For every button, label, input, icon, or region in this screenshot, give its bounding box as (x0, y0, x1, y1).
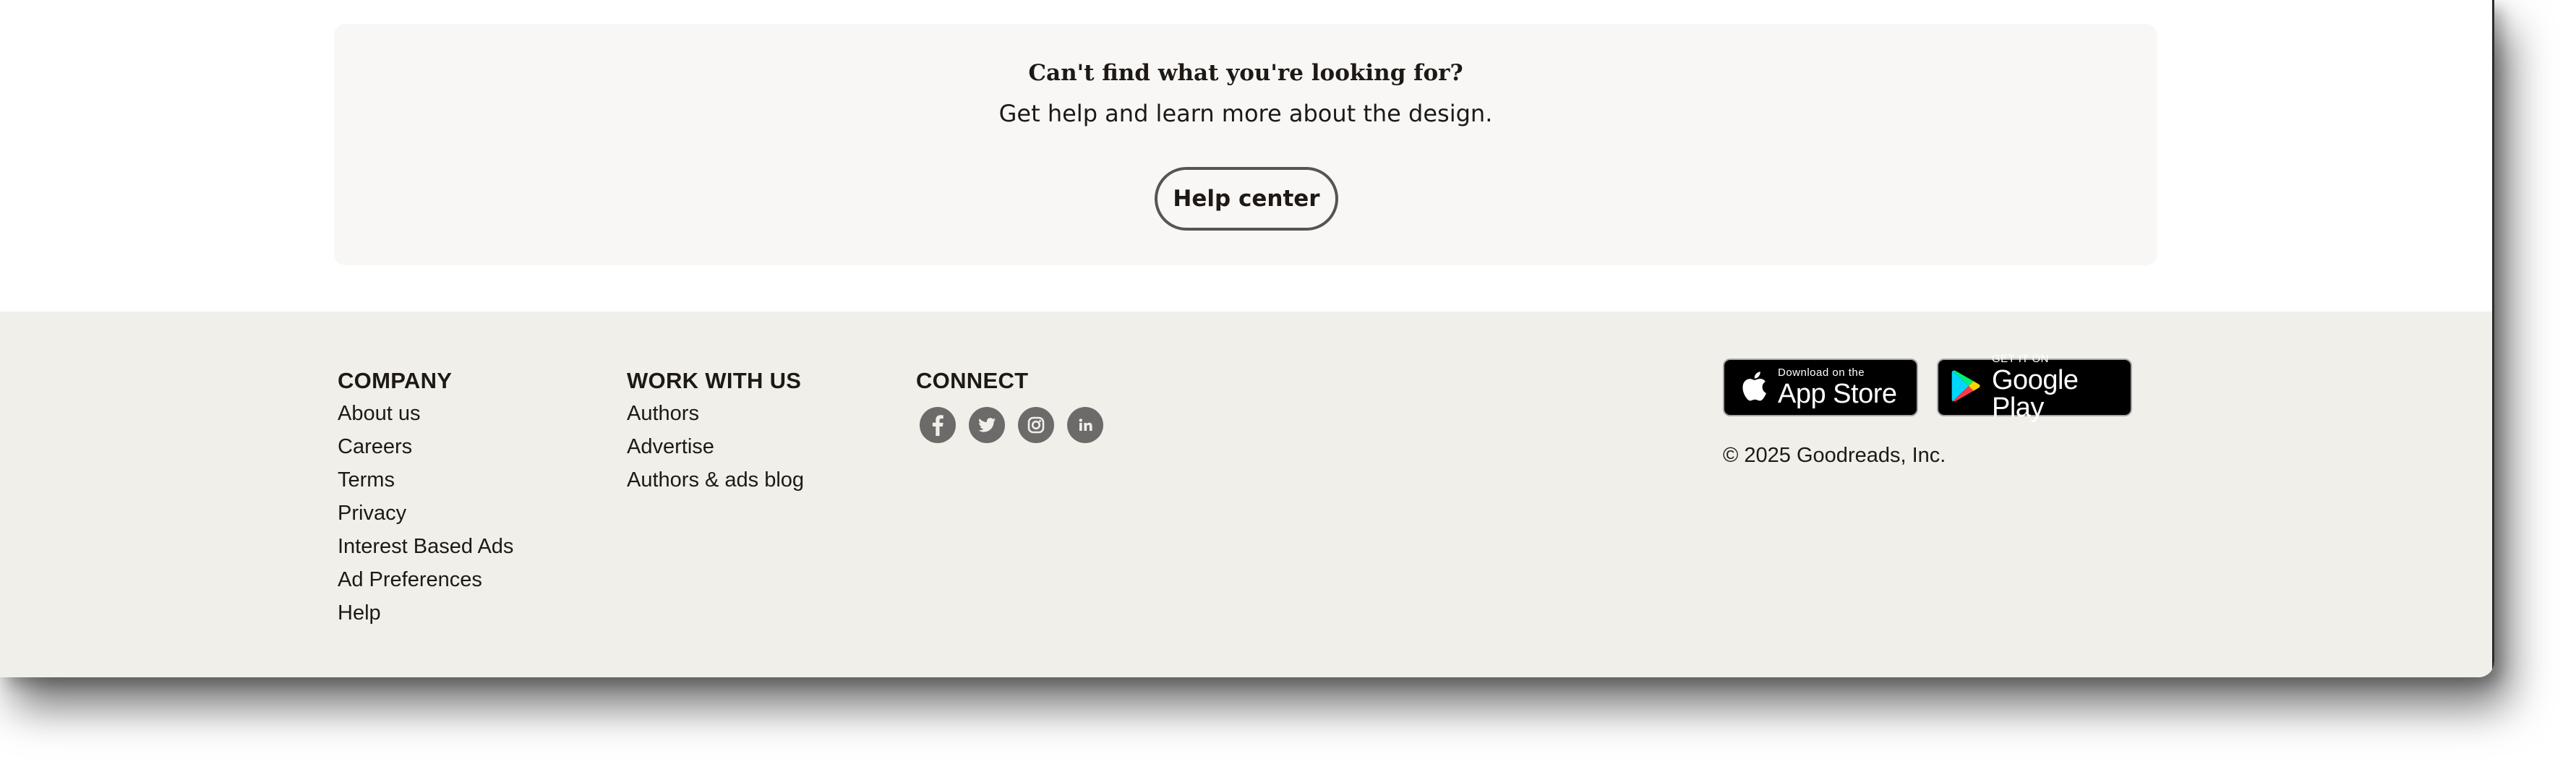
footer-link-privacy[interactable]: Privacy (338, 497, 513, 530)
help-title: Can't find what you're looking for? (1028, 60, 1463, 86)
help-center-button[interactable]: Help center (1155, 167, 1338, 231)
app-store-small-text: Download on the (1778, 366, 1865, 379)
linkedin-icon[interactable] (1067, 407, 1103, 443)
footer-link-careers[interactable]: Careers (338, 430, 513, 463)
google-play-icon (1950, 369, 1982, 407)
twitter-icon[interactable] (969, 407, 1005, 443)
browser-window: Can't find what you're looking for? Get … (0, 0, 2494, 677)
app-badges: Download on the App Store GET IT ON Goog… (1723, 353, 2132, 421)
help-panel: Can't find what you're looking for? Get … (334, 24, 2157, 265)
site-footer: COMPANY About us Careers Terms Privacy I… (0, 312, 2494, 677)
footer-link-interest-based-ads[interactable]: Interest Based Ads (338, 530, 513, 563)
footer-link-terms[interactable]: Terms (338, 463, 513, 497)
footer-link-ad-preferences[interactable]: Ad Preferences (338, 563, 513, 596)
google-play-badge[interactable]: GET IT ON Google Play (1937, 353, 2132, 421)
facebook-icon[interactable] (920, 407, 956, 443)
footer-link-authors[interactable]: Authors (627, 397, 804, 430)
footer-link-about-us[interactable]: About us (338, 397, 513, 430)
footer-link-advertise[interactable]: Advertise (627, 430, 804, 463)
footer-work-column: WORK WITH US Authors Advertise Authors &… (627, 365, 804, 497)
footer-work-heading: WORK WITH US (627, 368, 802, 393)
google-play-big-text: Google Play (1992, 365, 2079, 423)
social-links (916, 407, 1103, 443)
footer-company-column: COMPANY About us Careers Terms Privacy I… (338, 365, 513, 630)
footer-connect-heading: CONNECT (916, 368, 1029, 393)
copyright-text: © 2025 Goodreads, Inc. (1723, 444, 1946, 467)
app-store-badge[interactable]: Download on the App Store (1723, 359, 1918, 416)
footer-company-heading: COMPANY (338, 368, 453, 393)
footer-connect-column: CONNECT (916, 365, 1103, 443)
window-edge (2492, 0, 2494, 677)
app-store-big-text: App Store (1778, 379, 1897, 409)
instagram-icon[interactable] (1018, 407, 1054, 443)
google-play-small-text: GET IT ON (1992, 353, 2049, 365)
help-subtitle: Get help and learn more about the design… (998, 100, 1493, 127)
apple-icon (1739, 369, 1768, 407)
footer-link-help[interactable]: Help (338, 596, 513, 630)
footer-link-authors-ads-blog[interactable]: Authors & ads blog (627, 463, 804, 497)
